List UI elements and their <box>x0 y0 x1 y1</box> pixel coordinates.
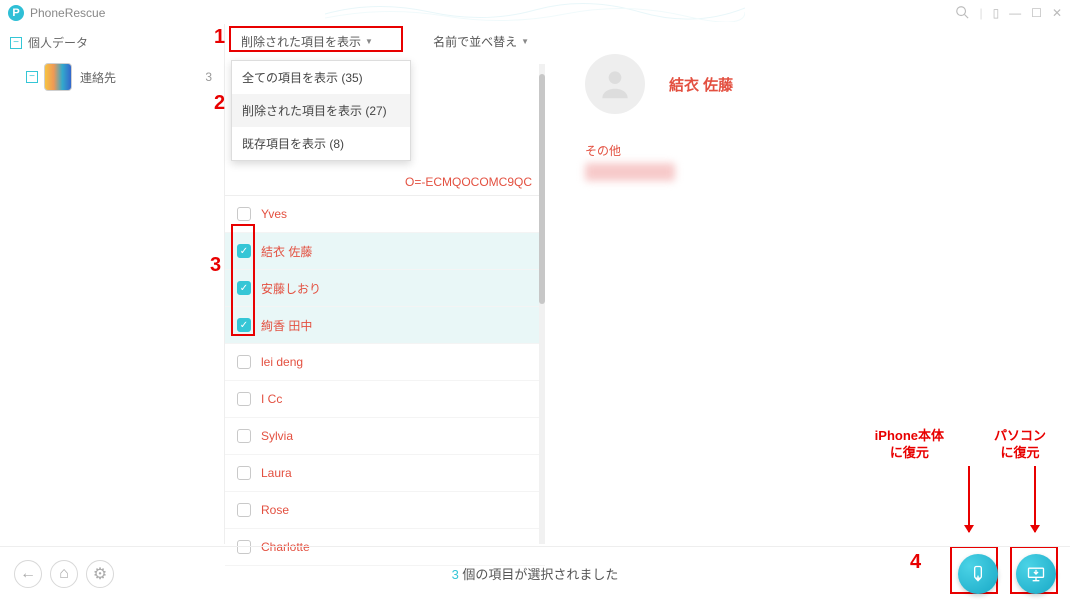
contact-name: Yves <box>261 207 287 221</box>
home-button[interactable]: ⌂ <box>50 560 78 588</box>
annotation-to-device: iPhone本体 に復元 <box>875 428 944 462</box>
sort-dropdown[interactable]: 名前で並べ替え ▼ <box>427 30 535 53</box>
checkbox[interactable]: ✓ <box>237 281 251 295</box>
sidebar-root-label: 個人データ <box>28 34 88 51</box>
contact-name: 安藤しおり <box>261 280 321 297</box>
app-title: PhoneRescue <box>30 6 105 20</box>
checkbox[interactable] <box>237 429 251 443</box>
contact-name: Rose <box>261 503 289 517</box>
checkbox[interactable] <box>237 355 251 369</box>
contact-name: 結衣 佐藤 <box>261 243 312 260</box>
filter-current: 削除された項目を表示 <box>241 33 361 50</box>
contact-name: lei deng <box>261 355 303 369</box>
window-minimize[interactable]: — <box>1009 6 1021 20</box>
checkbox[interactable]: ✓ <box>237 318 251 332</box>
contact-row[interactable]: Yves <box>225 196 545 233</box>
sidebar-root[interactable]: − 個人データ <box>0 30 224 55</box>
restore-to-pc-button[interactable] <box>1016 554 1056 594</box>
filter-option-all[interactable]: 全ての項目を表示 (35) <box>232 61 410 94</box>
checkbox[interactable] <box>237 392 251 406</box>
contact-row[interactable]: Laura <box>225 455 545 492</box>
detail-name: 結衣 佐藤 <box>669 74 733 95</box>
titlebar: P PhoneRescue | ▯ — ☐ ✕ <box>0 0 1070 24</box>
sidebar: − 個人データ − 連絡先 3 <box>0 24 225 544</box>
avatar <box>585 54 645 114</box>
annotation-arrow-pc <box>1034 466 1036 532</box>
search-icon[interactable] <box>955 5 969 22</box>
contact-row[interactable]: ✓ 絢香 田中 <box>225 307 545 344</box>
status-text: 3 個の項目が選択されました <box>452 564 619 583</box>
detail-section: その他 <box>585 142 1040 159</box>
sort-current: 名前で並べ替え <box>433 33 517 50</box>
menu-icon[interactable]: ▯ <box>993 6 1000 20</box>
collapse-icon[interactable]: − <box>10 37 22 49</box>
filter-dropdown[interactable]: 削除された項目を表示 ▼ <box>235 30 379 53</box>
window-maximize[interactable]: ☐ <box>1031 6 1042 20</box>
contact-name: 絢香 田中 <box>261 317 312 334</box>
contact-row[interactable]: Rose <box>225 492 545 529</box>
caret-down-icon: ▼ <box>521 37 529 46</box>
annotation-step-1: 1 <box>214 26 225 49</box>
sidebar-item-count: 3 <box>205 70 212 84</box>
detail-value-redacted <box>585 163 675 181</box>
contact-detail: 結衣 佐藤 その他 <box>545 24 1070 544</box>
footer: ← ⌂ ⚙ 3 個の項目が選択されました <box>0 546 1070 600</box>
contacts-icon <box>44 63 72 91</box>
contact-row[interactable]: lei deng <box>225 344 545 381</box>
contact-name: Sylvia <box>261 429 293 443</box>
annotation-step-3: 3 <box>210 254 221 277</box>
checkbox[interactable] <box>237 503 251 517</box>
back-button[interactable]: ← <box>14 560 42 588</box>
annotation-arrow-device <box>968 466 970 532</box>
checkbox[interactable] <box>237 207 251 221</box>
contact-name: Laura <box>261 466 292 480</box>
status-suffix: 個の項目が選択されました <box>459 567 619 582</box>
checkbox[interactable] <box>237 466 251 480</box>
restore-to-device-button[interactable] <box>958 554 998 594</box>
app-logo: P <box>8 5 24 21</box>
contact-row[interactable]: ✓ 結衣 佐藤 <box>225 233 545 270</box>
titlebar-decoration <box>325 0 745 22</box>
filter-option-deleted[interactable]: 削除された項目を表示 (27) <box>232 94 410 127</box>
window-close[interactable]: ✕ <box>1052 6 1062 20</box>
contact-row[interactable]: I Cc <box>225 381 545 418</box>
settings-button[interactable]: ⚙ <box>86 560 114 588</box>
filter-option-existing[interactable]: 既存項目を表示 (8) <box>232 127 410 160</box>
sidebar-item-label: 連絡先 <box>80 69 205 86</box>
sidebar-item-contacts[interactable]: − 連絡先 3 <box>0 55 224 99</box>
annotation-step-2: 2 <box>214 92 225 115</box>
contact-row[interactable]: Sylvia <box>225 418 545 455</box>
collapse-icon[interactable]: − <box>26 71 38 83</box>
annotation-to-pc: パソコン に復元 <box>994 428 1046 462</box>
filter-dropdown-menu: 全ての項目を表示 (35) 削除された項目を表示 (27) 既存項目を表示 (8… <box>231 60 411 161</box>
checkbox[interactable]: ✓ <box>237 244 251 258</box>
contact-row[interactable]: ✓ 安藤しおり <box>225 270 545 307</box>
contact-name: I Cc <box>261 392 282 406</box>
caret-down-icon: ▼ <box>365 37 373 46</box>
contact-list-column: 削除された項目を表示 ▼ 名前で並べ替え ▼ 全ての項目を表示 (35) 削除さ… <box>225 24 545 544</box>
group-header: O=-ECMQOCOMC9QC <box>225 169 545 196</box>
